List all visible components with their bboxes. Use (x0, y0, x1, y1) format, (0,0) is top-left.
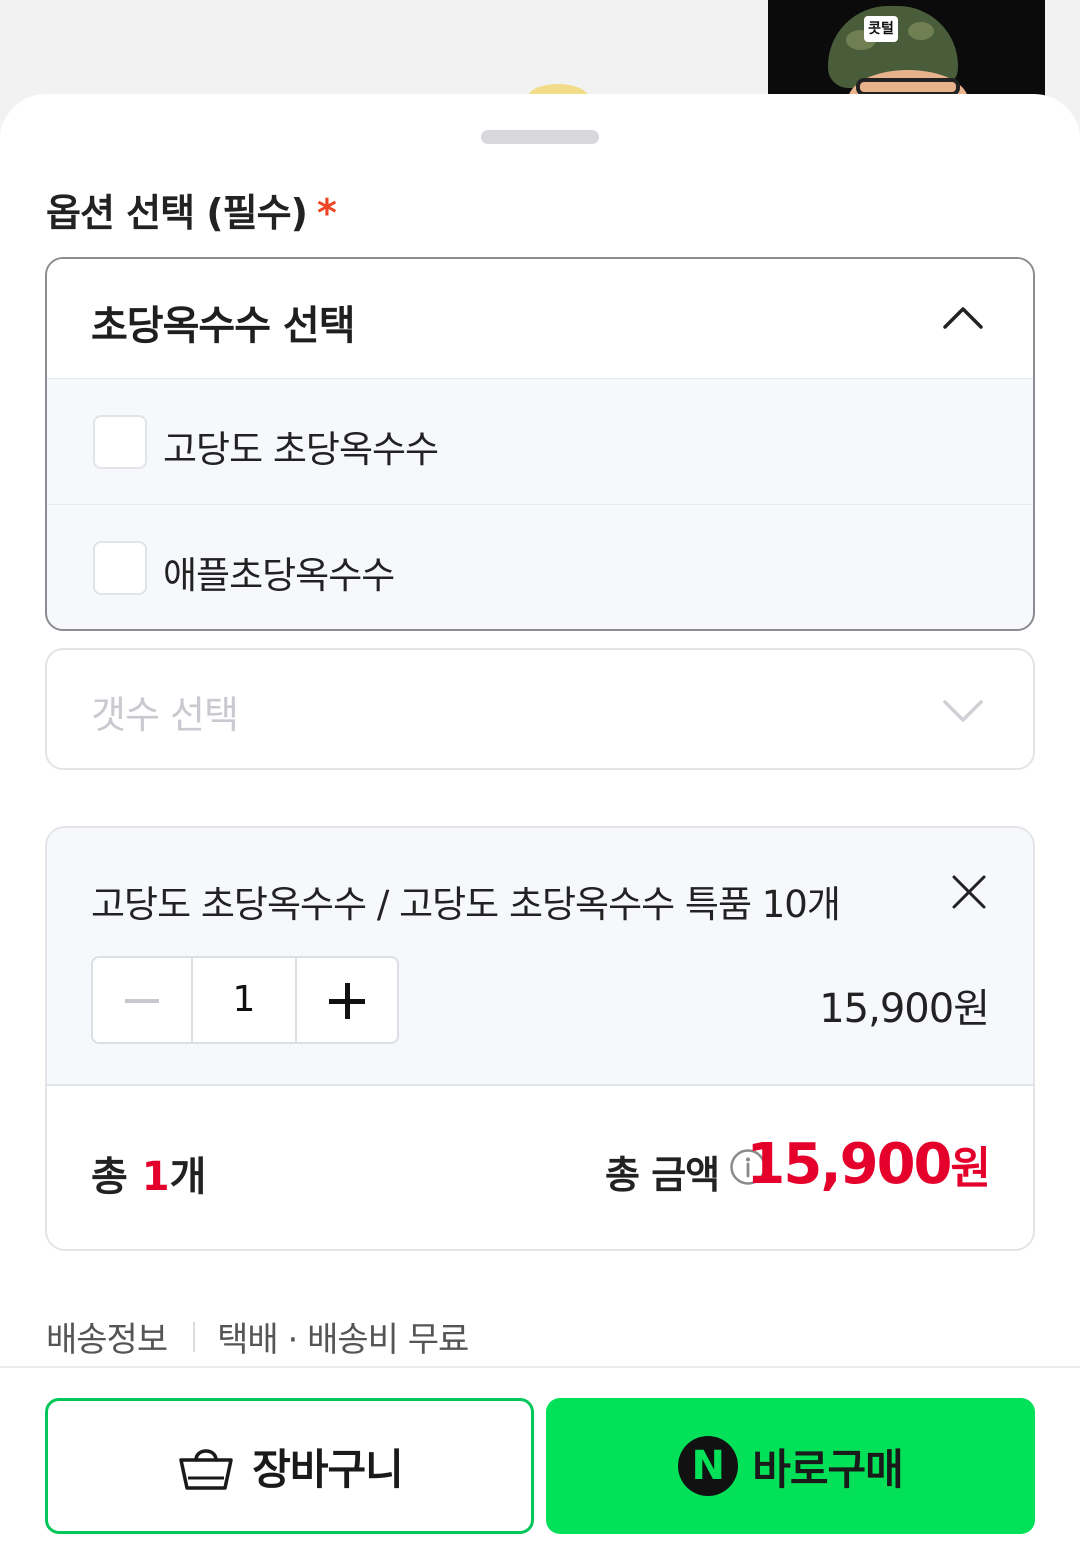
total-count-prefix: 총 (91, 1154, 142, 1200)
basket-icon (179, 1449, 233, 1490)
cap-spot (908, 22, 934, 40)
total-amount-unit: 원 (950, 1143, 992, 1194)
add-to-cart-button[interactable]: 장바구니 (45, 1398, 534, 1534)
chevron-down-icon (943, 700, 983, 722)
thumbnail-badge: 콧털 (864, 16, 898, 42)
total-amount: 15,900원 (746, 1132, 992, 1197)
option-item-godangdo[interactable]: 고당도 초당옥수수 (47, 379, 1033, 505)
minus-icon[interactable] (93, 958, 193, 1042)
chevron-up-icon (943, 307, 983, 329)
add-to-cart-label: 장바구니 (252, 1444, 404, 1494)
delivery-label: 배송정보 (46, 1320, 168, 1360)
selected-item: 고당도 초당옥수수 / 고당도 초당옥수수 특품 10개 1 15,900원 (47, 828, 1033, 1086)
option-item-label: 고당도 초당옥수수 (163, 428, 439, 471)
quantity-value[interactable]: 1 (193, 958, 297, 1042)
required-mark: * (316, 191, 337, 235)
quantity-stepper: 1 (91, 956, 399, 1044)
corn-option-dropdown: 초당옥수수 선택 고당도 초당옥수수 애플초당옥수수 (45, 257, 1035, 631)
total-amount-label: 총 금액 (605, 1153, 720, 1197)
quantity-dropdown[interactable]: 갯수 선택 (45, 648, 1035, 770)
delivery-divider (193, 1321, 196, 1352)
sheet-drag-handle[interactable] (481, 130, 599, 144)
option-checkbox[interactable] (93, 415, 147, 469)
total-amount-number: 15,900 (746, 1132, 952, 1197)
npay-icon: N (678, 1436, 739, 1496)
close-icon[interactable] (951, 874, 987, 910)
order-summary: 총 1개 총 금액 15,900원 (47, 1086, 1033, 1249)
total-count: 총 1개 (91, 1144, 206, 1202)
buy-now-button[interactable]: N 바로구매 (546, 1398, 1035, 1534)
option-section-title-text: 옵션 선택 (필수) (46, 191, 308, 235)
delivery-info: 배송정보 택배 · 배송비 무료 (46, 1312, 469, 1361)
quantity-dropdown-placeholder: 갯수 선택 (91, 693, 239, 737)
option-bottom-sheet: 옵션 선택 (필수) * 초당옥수수 선택 고당도 초당옥수수 애플초당옥수수 갯… (0, 94, 1080, 1550)
option-item-label: 애플초당옥수수 (163, 554, 395, 597)
total-count-suffix: 개 (169, 1154, 207, 1200)
corn-option-dropdown-label: 초당옥수수 선택 (91, 303, 356, 349)
purchase-action-bar: 장바구니 N 바로구매 (0, 1366, 1080, 1550)
corn-option-dropdown-header[interactable]: 초당옥수수 선택 (47, 259, 1033, 379)
selected-item-price: 15,900원 (819, 986, 990, 1032)
option-section-title: 옵션 선택 (필수) * (46, 182, 337, 237)
delivery-value: 택배 · 배송비 무료 (217, 1320, 469, 1360)
plus-icon[interactable] (297, 958, 397, 1042)
total-count-number: 1 (141, 1154, 170, 1200)
option-item-apple[interactable]: 애플초당옥수수 (47, 505, 1033, 629)
selected-item-name: 고당도 초당옥수수 / 고당도 초당옥수수 특품 10개 (91, 883, 841, 926)
selected-items-box: 고당도 초당옥수수 / 고당도 초당옥수수 특품 10개 1 15,900원 총… (45, 826, 1035, 1251)
buy-now-label: 바로구매 (752, 1444, 904, 1494)
option-checkbox[interactable] (93, 541, 147, 595)
